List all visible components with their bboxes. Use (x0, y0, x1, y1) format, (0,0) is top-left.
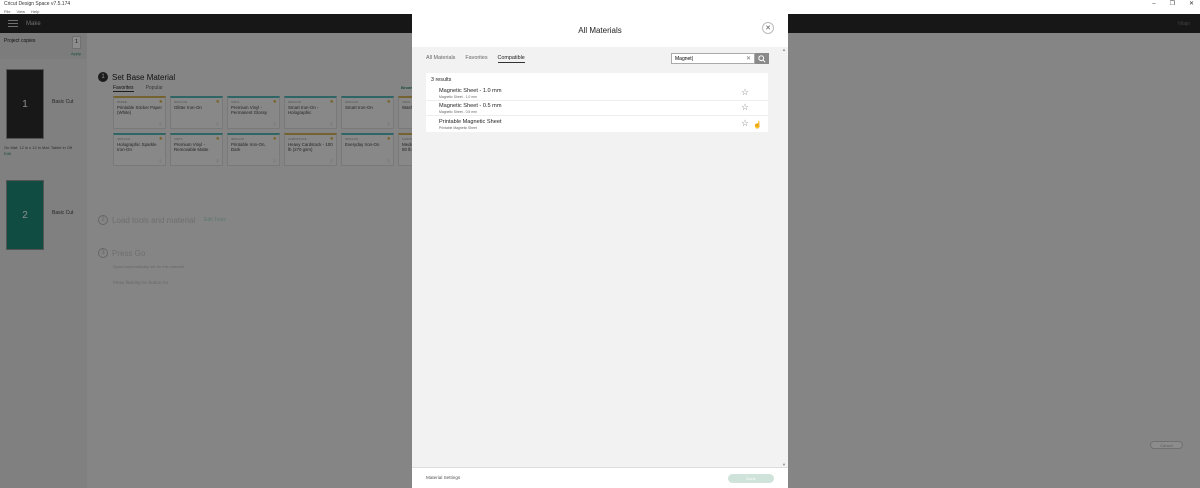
done-button[interactable]: Done (728, 474, 774, 483)
result-subtitle: Magnetic Sheet - 1.0 mm (439, 95, 477, 99)
window-controls: – ❐ ✕ (1152, 0, 1194, 8)
result-name: Printable Magnetic Sheet (439, 119, 502, 125)
tab-all-materials[interactable]: All Materials (426, 55, 455, 63)
modal-title: All Materials (578, 26, 622, 35)
result-item[interactable]: Printable Magnetic Sheet Printable Magne… (426, 117, 768, 132)
modal-scrollbar[interactable]: ▲ ▼ (782, 47, 786, 467)
tab-compatible[interactable]: Compatible (497, 55, 525, 63)
all-materials-modal: All Materials ✕ All Materials Favorites … (412, 14, 788, 488)
minimize-icon[interactable]: – (1152, 0, 1155, 8)
menu-help[interactable]: Help (31, 9, 39, 14)
window-title: Cricut Design Space v7.5.174 (4, 1, 71, 7)
favorite-star-icon[interactable]: ☆ (741, 103, 749, 112)
search-field[interactable]: ✕ (671, 53, 755, 64)
maximize-icon[interactable]: ❐ (1170, 0, 1175, 8)
menu-file[interactable]: File (4, 9, 10, 14)
tab-favorites[interactable]: Favorites (465, 55, 487, 63)
search-button[interactable] (755, 53, 769, 64)
search-input[interactable] (675, 55, 745, 62)
result-item[interactable]: Magnetic Sheet - 0.5 mm Magnetic Sheet -… (426, 101, 768, 116)
favorite-star-icon[interactable]: ☆ (741, 119, 749, 128)
menu-view[interactable]: View (16, 9, 25, 14)
material-filter-tabs: All Materials Favorites Compatible (426, 55, 525, 63)
window-title-bar: Cricut Design Space v7.5.174 – ❐ ✕ (0, 0, 1200, 8)
modal-header: All Materials ✕ (412, 14, 788, 47)
result-subtitle: Printable Magnetic Sheet (439, 126, 477, 130)
result-name: Magnetic Sheet - 0.5 mm (439, 103, 502, 109)
search-icon (758, 54, 766, 63)
material-settings-link[interactable]: Material Settings (426, 475, 460, 480)
favorite-star-icon[interactable]: ☆ (741, 88, 749, 97)
close-icon[interactable]: ✕ (762, 22, 774, 34)
results-count: 3 results (431, 77, 452, 83)
mouse-cursor-icon: ☝ (753, 122, 762, 129)
scroll-up-icon[interactable]: ▲ (782, 47, 786, 52)
result-item[interactable]: Magnetic Sheet - 1.0 mm Magnetic Sheet -… (426, 86, 768, 101)
result-name: Magnetic Sheet - 1.0 mm (439, 88, 502, 94)
close-window-icon[interactable]: ✕ (1189, 0, 1194, 8)
search-results-list: 3 results Magnetic Sheet - 1.0 mm Magnet… (426, 73, 768, 132)
result-subtitle: Magnetic Sheet - 0.5 mm (439, 110, 477, 114)
modal-footer: Material Settings Done (412, 467, 788, 488)
clear-search-icon[interactable]: ✕ (746, 54, 751, 64)
